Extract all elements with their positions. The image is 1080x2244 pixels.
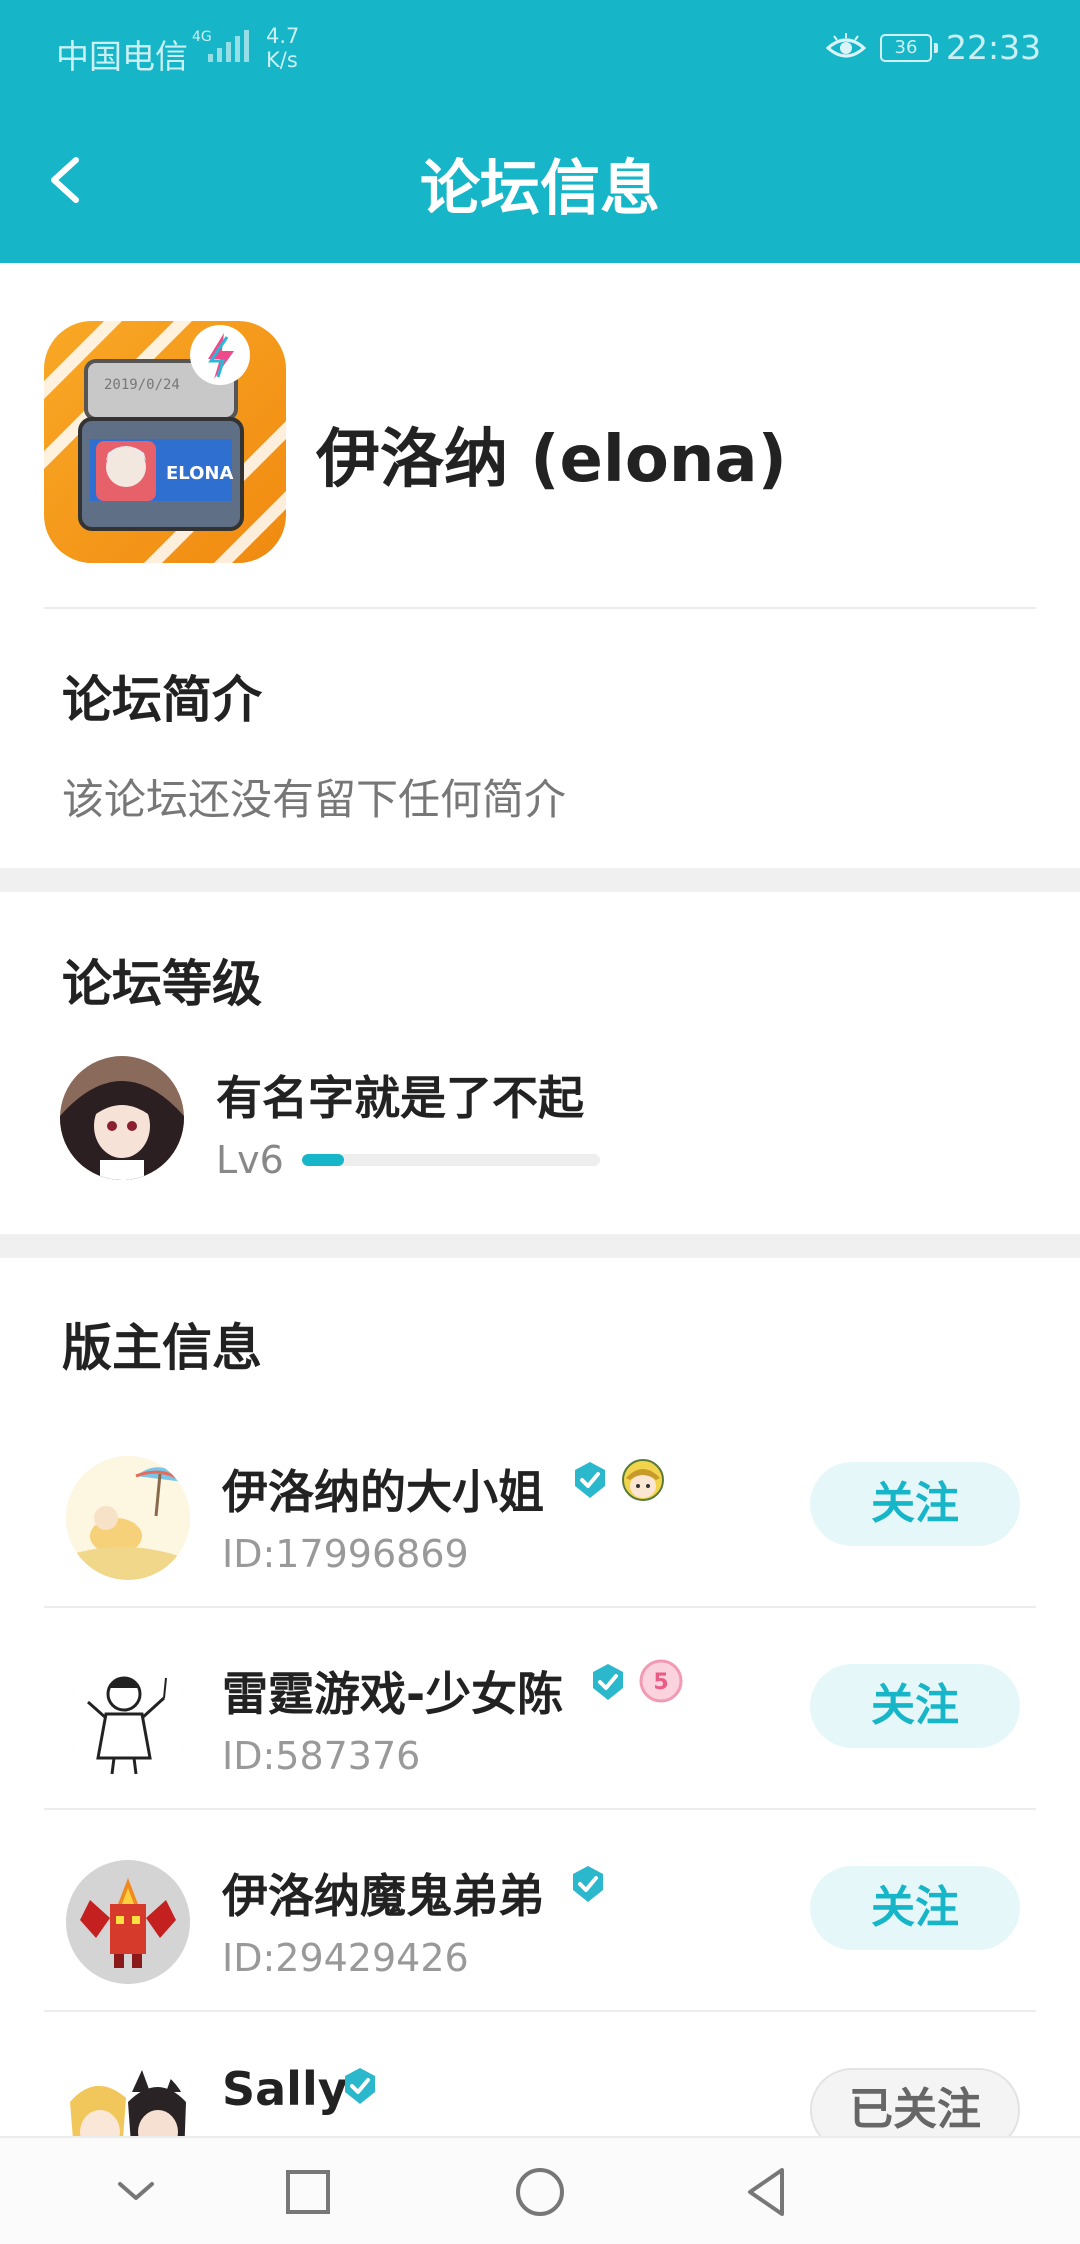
- avatar[interactable]: [66, 1860, 190, 1984]
- speed-value: 4.7: [266, 24, 300, 48]
- square-icon[interactable]: [276, 2160, 340, 2224]
- pink-number-badge-icon: 5: [639, 1659, 683, 1703]
- moderator-name[interactable]: Sally: [222, 2062, 348, 2116]
- signal-icon: [208, 30, 249, 62]
- moderator-id: ID:29429426: [222, 1936, 469, 1980]
- logo-date: 2019/0/24: [104, 377, 180, 393]
- follow-button[interactable]: 关注: [810, 1866, 1020, 1950]
- app-bar: 中国电信 4G 4.7 K/s 36 22:33 论坛信息: [0, 0, 1080, 263]
- level-title: 论坛等级: [62, 955, 262, 1013]
- network-speed: 4.7 K/s: [266, 24, 299, 72]
- forum-name: 伊洛纳 (elona): [316, 423, 787, 497]
- follow-button[interactable]: 关注: [810, 1462, 1020, 1546]
- intro-title: 论坛简介: [62, 671, 262, 729]
- logo-label: ELONA: [166, 463, 233, 484]
- moderator-name[interactable]: 伊洛纳魔鬼弟弟: [222, 1860, 544, 1926]
- forum-header: 2019/0/24 ELONA 伊洛纳 (elona): [0, 263, 1080, 608]
- avatar[interactable]: [60, 1056, 184, 1180]
- circle-icon[interactable]: [508, 2160, 572, 2224]
- avatar[interactable]: [66, 1456, 190, 1580]
- verified-badge-icon: [573, 1866, 603, 1902]
- level-label: Lv6: [216, 1138, 284, 1182]
- carrier-label: 中国电信: [56, 37, 188, 76]
- triangle-back-icon[interactable]: [736, 2160, 800, 2224]
- intro-text: 该论坛还没有留下任何简介: [62, 775, 567, 824]
- moderators-title: 版主信息: [62, 1319, 262, 1377]
- level-progress-fill: [302, 1154, 344, 1166]
- level-name: 有名字就是了不起: [216, 1071, 584, 1125]
- moderator-row[interactable]: 伊洛纳的大小姐 ID:17996869 关注: [0, 1406, 1080, 1608]
- section-separator: [0, 1234, 1080, 1258]
- divider: [44, 607, 1036, 609]
- level-progress-bar: [302, 1154, 600, 1166]
- moderator-row[interactable]: 雷霆游戏-少女陈 5 ID:587376 关注: [0, 1608, 1080, 1810]
- verified-badge-icon: [345, 2068, 375, 2104]
- moderator-name[interactable]: 雷霆游戏-少女陈: [222, 1658, 563, 1724]
- verified-badge-icon: [575, 1462, 605, 1498]
- verified-badge-icon: [593, 1664, 623, 1700]
- eye-icon: [826, 33, 866, 58]
- chevron-down-icon[interactable]: [104, 2160, 168, 2224]
- section-separator: [0, 868, 1080, 892]
- status-bar: 中国电信 4G 4.7 K/s 36 22:33: [0, 0, 1080, 96]
- speed-unit: K/s: [266, 48, 298, 72]
- follow-button[interactable]: 关注: [810, 1664, 1020, 1748]
- forum-logo-art: 2019/0/24 ELONA: [44, 321, 286, 563]
- moderator-id: ID:17996869: [222, 1532, 469, 1576]
- battery-icon: 36: [880, 34, 938, 62]
- forum-logo: 2019/0/24 ELONA: [44, 321, 286, 563]
- page-title: 论坛信息: [420, 154, 660, 224]
- badge-number: 5: [653, 1670, 668, 1695]
- system-nav-bar: [0, 2136, 1080, 2244]
- moderator-name[interactable]: 伊洛纳的大小姐: [222, 1456, 544, 1522]
- girl-face-icon: [622, 1459, 664, 1501]
- moderator-row[interactable]: 伊洛纳魔鬼弟弟 ID:29429426 关注: [0, 1810, 1080, 2012]
- status-time: 22:33: [946, 28, 1042, 67]
- moderator-id: ID:587376: [222, 1734, 421, 1778]
- avatar[interactable]: [66, 1658, 190, 1782]
